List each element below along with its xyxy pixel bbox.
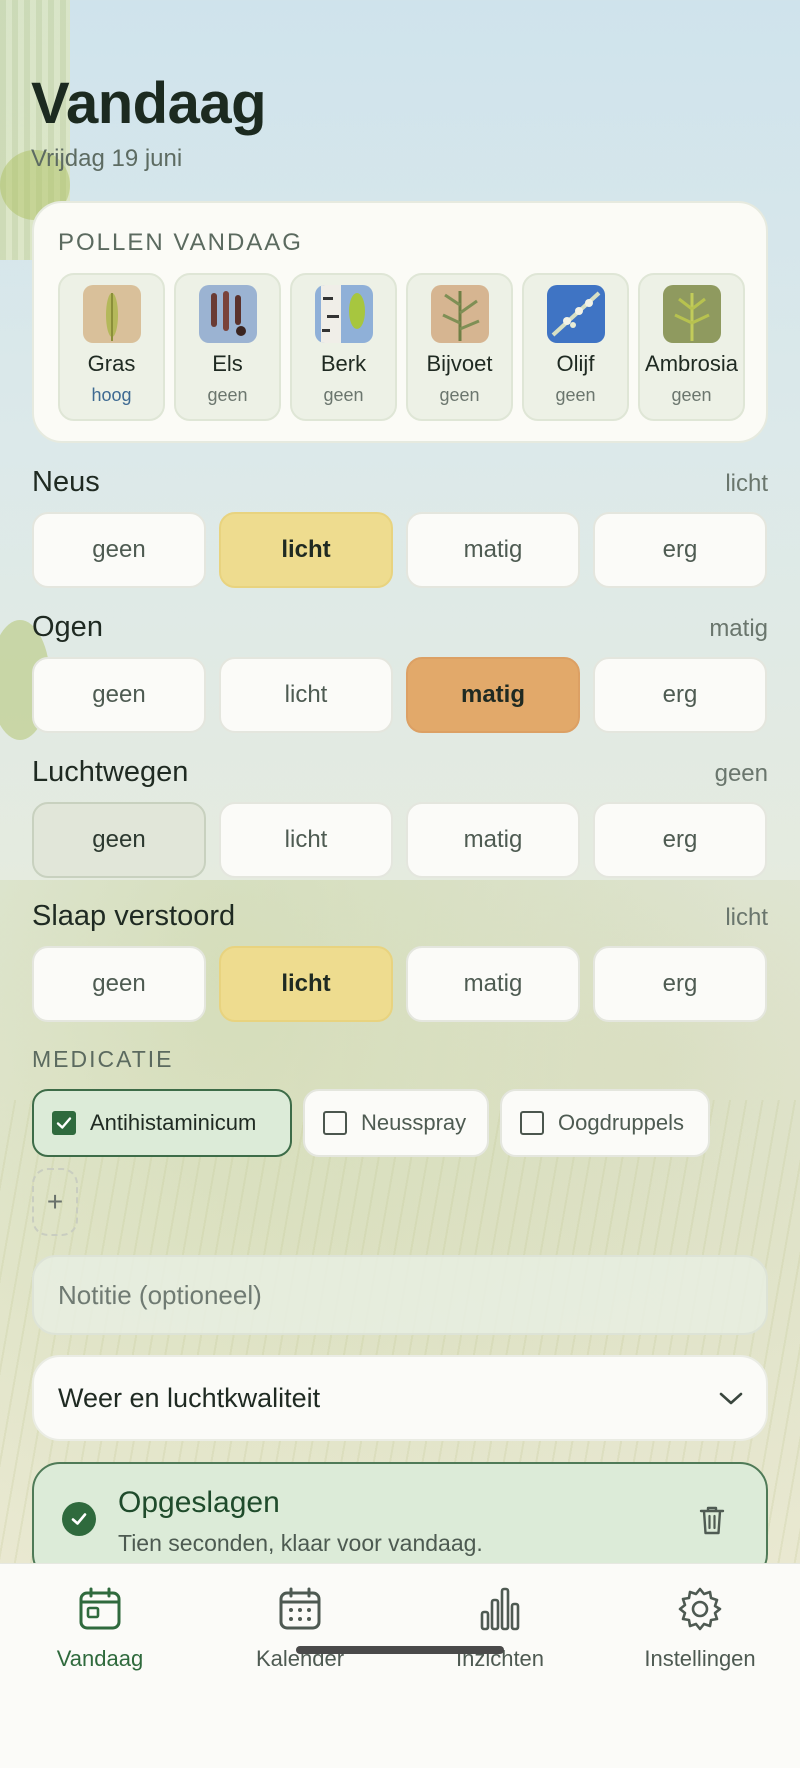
pollen-item-ambrosia[interactable]: Ambrosia geen [638, 273, 745, 421]
pollen-level: geen [555, 385, 596, 405]
chevron-down-icon [718, 1383, 744, 1414]
page-title: Vandaag [31, 71, 267, 136]
medication-oogdruppels[interactable]: Oogdruppels [500, 1089, 710, 1157]
saved-subtitle: Tien seconden, klaar voor vandaag. [118, 1530, 483, 1556]
symptom-title: Ogen [32, 611, 103, 643]
app-screen: Vandaag Vrijdag 19 juni POLLEN VANDAAG G… [0, 0, 800, 1768]
nav-item-instellingen[interactable]: Instellingen [600, 1584, 800, 1684]
symptom-title: Luchtwegen [32, 756, 189, 788]
weather-expander[interactable]: Weer en luchtkwaliteit [32, 1355, 768, 1441]
saved-title: Opgeslagen [118, 1486, 280, 1519]
pollen-name: Berk [320, 351, 367, 376]
symptom-value: licht [725, 470, 768, 497]
option-erg[interactable]: erg [593, 512, 767, 588]
option-geen[interactable]: geen [32, 802, 206, 878]
pollen-name: Ambrosia [645, 351, 738, 376]
medication-label: Oogdruppels [558, 1110, 684, 1135]
add-medication-button[interactable]: + [32, 1168, 78, 1236]
nav-item-inzichten[interactable]: Inzichten [400, 1584, 600, 1684]
bar-chart-icon [475, 1584, 525, 1634]
pollen-name: Gras [87, 351, 136, 376]
symptom-title: Neus [32, 466, 100, 498]
nav-label: Vandaag [56, 1646, 144, 1671]
note-input[interactable]: Notitie (optioneel) [32, 1255, 768, 1335]
olive-pollen-icon [546, 285, 605, 343]
checkbox-icon [323, 1111, 347, 1135]
home-indicator[interactable] [296, 1646, 504, 1654]
option-licht[interactable]: licht [219, 946, 393, 1022]
symptom-neus: Neus licht geen licht matig erg [32, 466, 768, 588]
symptom-luchtwegen: Luchtwegen geen geen licht matig erg [32, 756, 768, 878]
option-erg[interactable]: erg [593, 657, 767, 733]
page-date: Vrijdag 19 juni [31, 145, 183, 172]
pollen-item-olijf[interactable]: Olijf geen [522, 273, 629, 421]
pollen-item-bijvoet[interactable]: Bijvoet geen [406, 273, 513, 421]
alder-pollen-icon [198, 285, 257, 343]
mugwort-pollen-icon [430, 285, 489, 343]
option-geen[interactable]: geen [32, 512, 206, 588]
gear-icon [675, 1584, 725, 1634]
pollen-item-berk[interactable]: Berk geen [290, 273, 397, 421]
symptom-value: licht [725, 904, 768, 931]
pollen-item-gras[interactable]: Gras hoog [58, 273, 165, 421]
pollen-level: geen [207, 385, 248, 405]
pollen-name: Olijf [556, 351, 595, 376]
pollen-level: geen [439, 385, 480, 405]
calendar-today-icon [75, 1584, 125, 1634]
option-erg[interactable]: erg [593, 946, 767, 1022]
pollen-level: hoog [91, 385, 132, 405]
option-geen[interactable]: geen [32, 657, 206, 733]
check-circle-icon [62, 1502, 96, 1536]
medication-label: Antihistaminicum [90, 1110, 257, 1135]
pollen-level: geen [671, 385, 712, 405]
option-licht[interactable]: licht [219, 657, 393, 733]
symptom-ogen: Ogen matig geen licht matig erg [32, 611, 768, 733]
symptom-slaap: Slaap verstoord licht geen licht matig e… [32, 900, 768, 1022]
symptom-title: Slaap verstoord [32, 900, 236, 932]
option-matig[interactable]: matig [406, 946, 580, 1022]
medication-antihistaminicum[interactable]: Antihistaminicum [32, 1089, 292, 1157]
medication-neusspray[interactable]: Neusspray [303, 1089, 489, 1157]
option-erg[interactable]: erg [593, 802, 767, 878]
bottom-navigation: Vandaag Kalender Inzichten Instellingen [0, 1563, 800, 1768]
pollen-heading: POLLEN VANDAAG [58, 229, 303, 256]
option-matig[interactable]: matig [406, 512, 580, 588]
weather-label: Weer en luchtkwaliteit [58, 1382, 321, 1413]
nav-item-vandaag[interactable]: Vandaag [0, 1584, 200, 1684]
option-matig[interactable]: matig [406, 657, 580, 733]
pollen-level: geen [323, 385, 364, 405]
pollen-list: Gras hoog Els geen Berk geen Bijvoet gee… [58, 273, 745, 421]
nav-item-kalender[interactable]: Kalender [200, 1584, 400, 1684]
nav-label: Instellingen [644, 1646, 756, 1671]
medication-heading: MEDICATIE [32, 1046, 174, 1072]
checkbox-checked-icon [52, 1111, 76, 1135]
ragweed-pollen-icon [662, 285, 721, 343]
option-licht[interactable]: licht [219, 802, 393, 878]
birch-pollen-icon [314, 285, 373, 343]
calendar-icon [275, 1584, 325, 1634]
option-matig[interactable]: matig [406, 802, 580, 878]
pollen-card: POLLEN VANDAAG Gras hoog Els geen Berk g… [32, 201, 768, 443]
option-licht[interactable]: licht [219, 512, 393, 588]
pollen-name: Bijvoet [426, 351, 493, 376]
checkbox-icon [520, 1111, 544, 1135]
trash-icon[interactable] [698, 1504, 726, 1541]
pollen-name: Els [212, 351, 243, 376]
medication-label: Neusspray [361, 1110, 467, 1135]
symptom-value: geen [714, 760, 768, 787]
medication-list: Antihistaminicum Neusspray Oogdruppels [32, 1089, 710, 1157]
pollen-item-els[interactable]: Els geen [174, 273, 281, 421]
grass-pollen-icon [82, 285, 141, 343]
option-geen[interactable]: geen [32, 946, 206, 1022]
symptom-value: matig [709, 615, 768, 642]
